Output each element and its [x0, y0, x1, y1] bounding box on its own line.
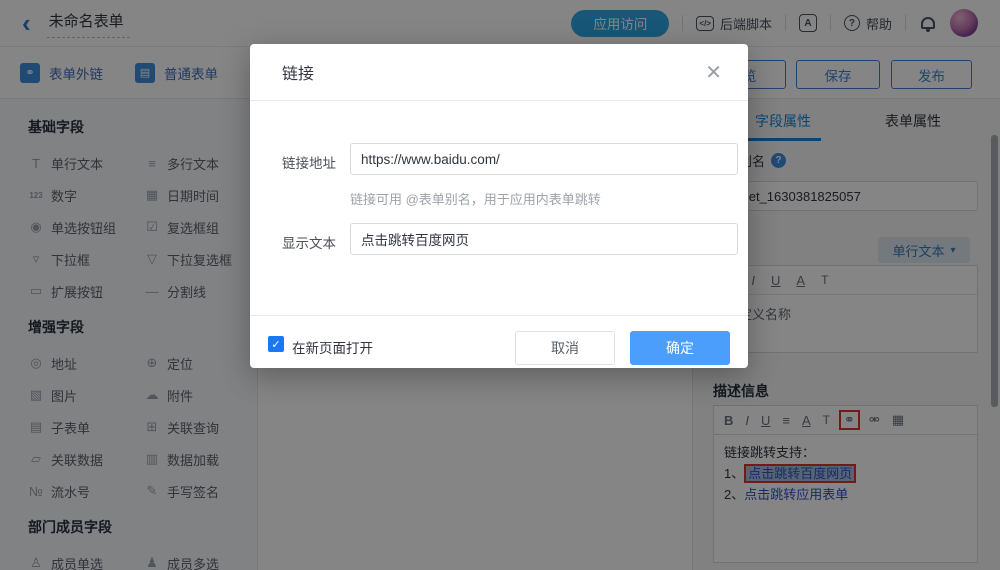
link-modal: 链接 ✕ 链接地址 链接可用 @表单别名，用于应用内表单跳转 显示文本 ✓ 在新… — [250, 44, 748, 368]
close-icon[interactable]: ✕ — [705, 60, 722, 85]
modal-footer-divider — [250, 315, 748, 316]
display-text-label: 显示文本 — [282, 232, 336, 252]
modal-header: 链接 ✕ — [250, 44, 748, 101]
link-hint: 链接可用 @表单别名，用于应用内表单跳转 — [350, 189, 601, 208]
display-text-input[interactable] — [350, 223, 738, 255]
cancel-button[interactable]: 取消 — [515, 331, 615, 365]
link-url-label: 链接地址 — [282, 152, 336, 172]
modal-title: 链接 — [282, 60, 314, 84]
link-url-input[interactable] — [350, 143, 738, 175]
confirm-button[interactable]: 确定 — [630, 331, 730, 365]
form-builder-app: ‹ 未命名表单 应用访问 </> 后端脚本 A ? 帮助 ⚭ 表单外链 — [0, 0, 1000, 570]
open-new-page-checkbox[interactable]: ✓ — [268, 336, 284, 352]
open-new-page-label: 在新页面打开 — [292, 337, 373, 357]
